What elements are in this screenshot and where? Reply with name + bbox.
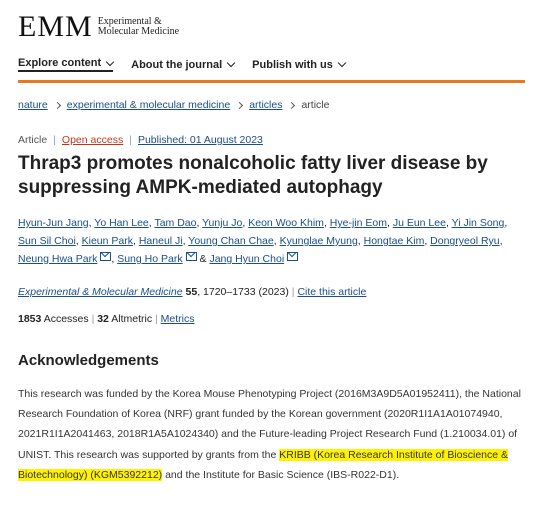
breadcrumb-current: article (301, 99, 330, 111)
chevron-down-icon (226, 58, 236, 68)
metrics-divider: | (91, 313, 95, 325)
author-list: Hyun-Jun Jang, Yo Han Lee, Tam Dao, Yunj… (18, 214, 528, 268)
article-meta: Article | Open access | Published: 01 Au… (18, 134, 263, 146)
meta-divider: | (53, 134, 56, 146)
article-title: Thrap3 promotes nonalcoholic fatty liver… (18, 153, 488, 198)
author-link[interactable]: Hyun-Jun Jang (18, 217, 89, 229)
author-separator: & (196, 253, 210, 265)
acknowledgements-text: This research was funded by the Korea Mo… (18, 384, 528, 485)
pages: , 1720–1733 (2023) (197, 286, 289, 298)
chevron-down-icon (105, 57, 115, 66)
author-link[interactable]: Yi Jin Song (452, 217, 505, 229)
author-link[interactable]: Yunju Jo (202, 217, 242, 229)
cite-this-article-link[interactable]: Cite this article (297, 286, 366, 298)
author-separator: , (504, 217, 508, 229)
author-link[interactable]: Sung Ho Park (117, 253, 182, 265)
article-metrics: 1853 Accesses | 32 Altmetric | Metrics (18, 313, 195, 325)
breadcrumb: nature experimental & molecular medicine… (18, 99, 329, 111)
breadcrumb-journal[interactable]: experimental & molecular medicine (67, 99, 230, 111)
metrics-divider: | (155, 313, 158, 325)
author-link[interactable]: Hongtae Kim (364, 235, 425, 247)
acknowledgements-heading: Acknowledgements (18, 352, 159, 369)
citation-line: Experimental & Molecular Medicine 55, 17… (18, 286, 366, 298)
chevron-right-icon (288, 101, 296, 109)
author-link[interactable]: Tam Dao (154, 217, 196, 229)
mail-icon[interactable] (287, 252, 299, 261)
chevron-right-icon (236, 101, 244, 109)
ack-text-part2: and the Institute for Basic Science (IBS… (162, 468, 400, 481)
metrics-link[interactable]: Metrics (161, 313, 195, 325)
volume: 55 (185, 286, 198, 298)
author-link[interactable]: Keon Woo Khim (248, 217, 324, 229)
chevron-right-icon (53, 101, 61, 109)
journal-name-link[interactable]: Experimental & Molecular Medicine (18, 286, 183, 298)
article-type: Article (18, 134, 48, 146)
nav-explore-content[interactable]: Explore content (18, 57, 115, 72)
nav-explore-content-label: Explore content (18, 57, 102, 69)
logo-subtitle: Experimental & Molecular Medicine (98, 17, 179, 37)
main-nav: Explore content About the journal Publis… (18, 57, 347, 72)
author-link[interactable]: Kieun Park (82, 235, 133, 247)
author-link[interactable]: Yo Han Lee (94, 217, 149, 229)
nav-about-journal-label: About the journal (131, 58, 223, 71)
author-link[interactable]: Young Chan Chae (188, 235, 273, 247)
author-link[interactable]: Jang Hyun Choi (209, 253, 284, 265)
author-link[interactable]: Ju Eun Lee (393, 217, 446, 229)
author-link[interactable]: Dongryeol Ryu (430, 235, 499, 247)
author-link[interactable]: Sun Sil Choi (18, 235, 76, 247)
altmetric-label: Altmetric (111, 313, 153, 325)
author-link[interactable]: Haneul Ji (139, 235, 183, 247)
nav-publish-with-us[interactable]: Publish with us (252, 57, 347, 72)
meta-divider: | (129, 134, 132, 146)
author-separator: , (499, 235, 503, 247)
header-divider (18, 80, 525, 83)
nav-publish-with-us-label: Publish with us (252, 58, 333, 71)
mail-icon[interactable] (185, 252, 197, 261)
breadcrumb-articles[interactable]: articles (249, 99, 282, 111)
accesses-count: 1853 (18, 313, 42, 325)
mail-icon[interactable] (100, 252, 112, 261)
author-link[interactable]: Kyunglae Myung (280, 235, 358, 247)
journal-logo[interactable]: EMM Experimental & Molecular Medicine (18, 12, 179, 42)
logo-subtitle-line2: Molecular Medicine (97, 26, 180, 37)
published-date[interactable]: Published: 01 August 2023 (138, 134, 263, 146)
open-access-link[interactable]: Open access (62, 134, 123, 146)
altmetric-count: 32 (97, 313, 109, 325)
breadcrumb-nature[interactable]: nature (18, 99, 48, 111)
accesses-label: Accesses (43, 313, 89, 325)
citation-divider: | (291, 286, 295, 298)
chevron-down-icon (337, 58, 347, 68)
author-link[interactable]: Neung Hwa Park (18, 253, 97, 265)
author-link[interactable]: Hye-jin Eom (330, 217, 387, 229)
nav-about-journal[interactable]: About the journal (131, 57, 236, 72)
logo-mark: EMM (18, 10, 93, 43)
